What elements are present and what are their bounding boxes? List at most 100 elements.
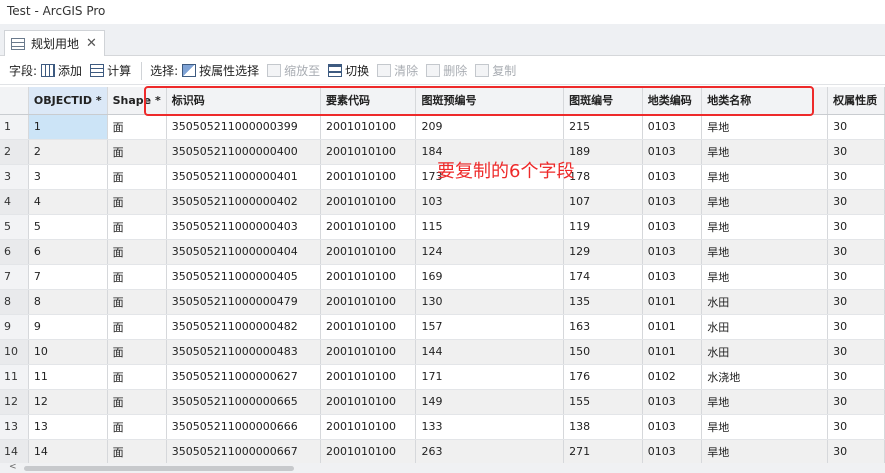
column-header-landuse-code[interactable]: 地类编码: [642, 87, 703, 115]
table-row[interactable]: 7 7 面 350505211000000405 2001010100 169 174 010…: [0, 264, 885, 290]
table-cell[interactable]: 155: [563, 389, 643, 415]
table-cell[interactable]: 面: [107, 214, 167, 240]
table-cell[interactable]: 350505211000000627: [166, 364, 321, 390]
table-cell[interactable]: 0103: [642, 414, 703, 440]
table-row[interactable]: 11 11 面 350505211000000627 2001010100 171 176 0…: [0, 364, 885, 390]
table-cell[interactable]: 30: [827, 389, 885, 415]
table-cell[interactable]: 面: [107, 139, 167, 165]
table-cell[interactable]: 133: [415, 414, 565, 440]
table-cell[interactable]: 0101: [642, 289, 703, 315]
table-cell[interactable]: 30: [827, 364, 885, 390]
row-number[interactable]: 4: [0, 189, 29, 215]
table-cell[interactable]: 350505211000000400: [166, 139, 321, 165]
table-cell[interactable]: 119: [563, 214, 643, 240]
table-cell[interactable]: 0103: [642, 114, 703, 140]
row-number[interactable]: 12: [0, 389, 29, 415]
table-cell[interactable]: 107: [563, 189, 643, 215]
clear-selection-button[interactable]: 清除: [377, 62, 418, 79]
table-cell[interactable]: 350505211000000403: [166, 214, 321, 240]
table-cell[interactable]: 0101: [642, 339, 703, 365]
table-cell[interactable]: 5: [28, 214, 108, 240]
table-cell[interactable]: 2001010100: [320, 164, 417, 190]
column-header-feature-code[interactable]: 要素代码: [320, 87, 417, 115]
table-cell[interactable]: 2001010100: [320, 264, 417, 290]
zoom-to-button[interactable]: 缩放至: [267, 62, 320, 79]
row-number[interactable]: 7: [0, 264, 29, 290]
table-cell[interactable]: 面: [107, 289, 167, 315]
row-number[interactable]: 2: [0, 139, 29, 165]
delete-button[interactable]: 删除: [426, 62, 467, 79]
table-cell[interactable]: 30: [827, 189, 885, 215]
table-row[interactable]: 5 5 面 350505211000000403 2001010100 115 119 010…: [0, 214, 885, 240]
table-cell[interactable]: 2001010100: [320, 214, 417, 240]
column-header-ownership[interactable]: 权属性质: [827, 87, 885, 115]
table-cell[interactable]: 8: [28, 289, 108, 315]
row-number[interactable]: 10: [0, 339, 29, 365]
tab-planning-land[interactable]: 规划用地 ✕: [4, 30, 105, 56]
table-cell[interactable]: 350505211000000404: [166, 239, 321, 265]
table-cell[interactable]: 旱地: [701, 189, 829, 215]
table-cell[interactable]: 0103: [642, 264, 703, 290]
table-cell[interactable]: 13: [28, 414, 108, 440]
table-row[interactable]: 9 9 面 350505211000000482 2001010100 157 163 010…: [0, 314, 885, 340]
table-cell[interactable]: 2001010100: [320, 239, 417, 265]
table-cell[interactable]: 30: [827, 264, 885, 290]
table-cell[interactable]: 350505211000000405: [166, 264, 321, 290]
scroll-left-icon[interactable]: <: [9, 462, 17, 472]
table-cell[interactable]: 旱地: [701, 239, 829, 265]
table-cell[interactable]: 0103: [642, 439, 703, 463]
table-cell[interactable]: 171: [415, 364, 565, 390]
table-cell[interactable]: 12: [28, 389, 108, 415]
table-cell[interactable]: 2001010100: [320, 114, 417, 140]
table-cell[interactable]: 178: [563, 164, 643, 190]
table-cell[interactable]: 0103: [642, 189, 703, 215]
table-row[interactable]: 10 10 面 350505211000000483 2001010100 144 150 0…: [0, 339, 885, 365]
table-cell[interactable]: 2001010100: [320, 289, 417, 315]
table-cell[interactable]: 176: [563, 364, 643, 390]
table-cell[interactable]: 350505211000000483: [166, 339, 321, 365]
table-cell[interactable]: 163: [563, 314, 643, 340]
scrollbar-thumb[interactable]: [24, 466, 294, 471]
table-row[interactable]: 14 14 面 350505211000000667 2001010100 263 271 0…: [0, 439, 885, 463]
table-cell[interactable]: 350505211000000479: [166, 289, 321, 315]
table-cell[interactable]: 水田: [701, 339, 829, 365]
table-row[interactable]: 6 6 面 350505211000000404 2001010100 124 129 010…: [0, 239, 885, 265]
table-cell[interactable]: 面: [107, 364, 167, 390]
table-cell[interactable]: 138: [563, 414, 643, 440]
table-cell[interactable]: 115: [415, 214, 565, 240]
table-cell[interactable]: 2001010100: [320, 389, 417, 415]
table-cell[interactable]: 水田: [701, 289, 829, 315]
table-cell[interactable]: 30: [827, 239, 885, 265]
column-header-parcel-prenumber[interactable]: 图斑预编号: [415, 87, 565, 115]
table-cell[interactable]: 144: [415, 339, 565, 365]
row-number[interactable]: 3: [0, 164, 29, 190]
row-number[interactable]: 8: [0, 289, 29, 315]
table-cell[interactable]: 0103: [642, 164, 703, 190]
table-cell[interactable]: 2: [28, 139, 108, 165]
table-cell[interactable]: 面: [107, 114, 167, 140]
copy-button[interactable]: 复制: [475, 62, 516, 79]
table-cell[interactable]: 3: [28, 164, 108, 190]
table-cell[interactable]: 旱地: [701, 139, 829, 165]
row-header-corner[interactable]: [0, 87, 29, 115]
horizontal-scrollbar[interactable]: <: [0, 462, 885, 473]
table-cell[interactable]: 350505211000000401: [166, 164, 321, 190]
table-cell[interactable]: 30: [827, 339, 885, 365]
table-cell[interactable]: 0103: [642, 214, 703, 240]
table-cell[interactable]: 103: [415, 189, 565, 215]
table-cell[interactable]: 2001010100: [320, 189, 417, 215]
row-number[interactable]: 13: [0, 414, 29, 440]
table-cell[interactable]: 旱地: [701, 164, 829, 190]
table-cell[interactable]: 6: [28, 239, 108, 265]
table-cell[interactable]: 2001010100: [320, 139, 417, 165]
table-cell[interactable]: 130: [415, 289, 565, 315]
table-row[interactable]: 8 8 面 350505211000000479 2001010100 130 135 010…: [0, 289, 885, 315]
table-cell[interactable]: 149: [415, 389, 565, 415]
table-cell[interactable]: 30: [827, 289, 885, 315]
table-cell[interactable]: 水浇地: [701, 364, 829, 390]
table-cell[interactable]: 124: [415, 239, 565, 265]
table-cell[interactable]: 面: [107, 439, 167, 463]
table-cell[interactable]: 157: [415, 314, 565, 340]
table-cell[interactable]: 4: [28, 189, 108, 215]
table-cell[interactable]: 263: [415, 439, 565, 463]
